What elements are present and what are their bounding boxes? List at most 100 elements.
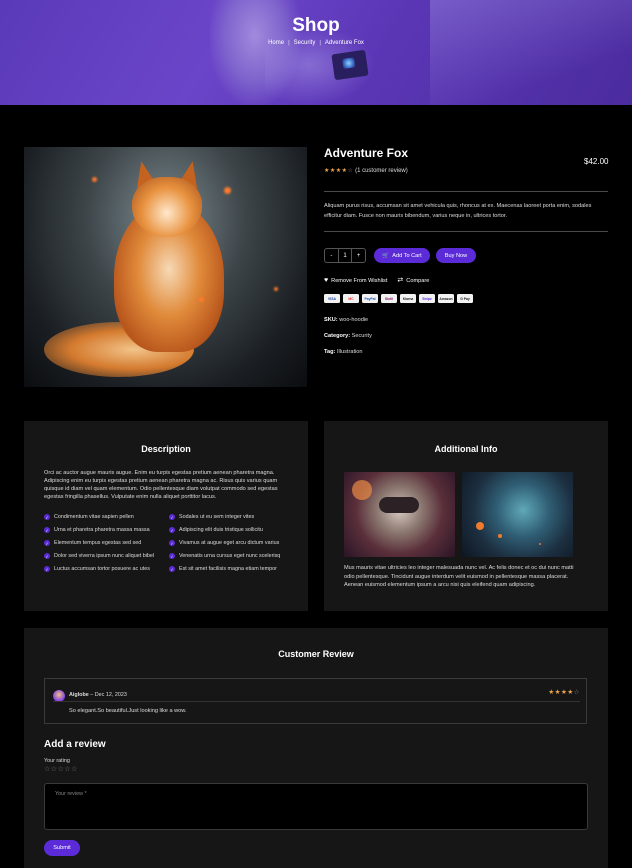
skrill-icon: Skrill: [381, 294, 397, 303]
hero-laptop-image: [331, 49, 369, 81]
feature-item: ✓ Condimentum vitae sapien pellen: [44, 514, 134, 520]
breadcrumb-category[interactable]: Security: [294, 40, 316, 46]
rating-star-1[interactable]: ☆: [44, 766, 51, 773]
review-date: – Dec 12, 2023: [90, 692, 127, 698]
reviews-panel: Customer Review: [24, 628, 608, 868]
qty-increase-button[interactable]: +: [352, 249, 365, 262]
check-icon: ✓: [44, 527, 50, 533]
heart-icon: ♥: [324, 276, 329, 284]
buy-now-button[interactable]: Buy Now: [436, 248, 476, 263]
feature-label: Sodales ut eu sem integer vites: [179, 514, 255, 520]
feature-label: Adipiscing elit duis tristique sollicitu: [179, 527, 263, 533]
product-category: Category: Security: [324, 333, 372, 339]
wishlist-link[interactable]: ♥ Remove From Wishlist: [324, 277, 387, 284]
tag-link[interactable]: Illustration: [337, 349, 363, 355]
check-icon: ✓: [44, 566, 50, 572]
check-icon: ✓: [44, 540, 50, 546]
rating-star-5[interactable]: ☆: [71, 766, 78, 773]
product-price: $42.00: [584, 157, 609, 166]
feature-label: Urna et pharetra pharetra massa massa: [54, 527, 150, 533]
feature-label: Venenatis urna cursus eget nunc sceleris…: [179, 553, 281, 559]
product-name: Adventure Fox: [324, 146, 409, 160]
google-pay-icon: G Pay: [457, 294, 473, 303]
rating-star-2[interactable]: ☆: [51, 766, 58, 773]
breadcrumb-current: Adventure Fox: [324, 40, 364, 46]
product-actions: ♥ Remove From Wishlist ⇄ Compare: [324, 276, 429, 285]
check-icon: ✓: [169, 566, 175, 572]
compare-label: Compare: [406, 278, 430, 284]
review-textarea[interactable]: Your review *: [44, 783, 588, 830]
quantity-stepper: - 1 +: [324, 248, 366, 263]
product-rating: ★★★★☆ (1 customer review): [324, 167, 408, 174]
feature-item: ✓ Luctus accumsan tortor posuere ac utes: [44, 566, 150, 572]
description-title: Description: [141, 444, 191, 454]
payment-methods: VISA MC PayPal Skrill Klarna Stripe Amaz…: [324, 294, 473, 303]
reviews-title: Customer Review: [278, 649, 354, 659]
visa-icon: VISA: [324, 294, 340, 303]
breadcrumb: Home | Security | Adventure Fox: [268, 40, 364, 46]
feature-label: Condimentum vitae sapien pellen: [54, 514, 134, 520]
check-icon: ✓: [44, 553, 50, 559]
product-tag: Tag: Illustration: [324, 349, 362, 355]
check-icon: ✓: [169, 553, 175, 559]
feature-item: ✓ Est sit amet facilisis magna etiam temp…: [169, 566, 277, 572]
feature-label: Est sit amet facilisis magna etiam tempo…: [179, 566, 277, 572]
breadcrumb-home[interactable]: Home: [268, 40, 284, 46]
feature-item: ✓ Adipiscing elit duis tristique sollicit…: [169, 527, 263, 533]
feature-label: Elementum tempus egestas sed sed: [54, 540, 142, 546]
ember: [224, 187, 231, 194]
add-to-cart-button[interactable]: 🛒 Add To Cart: [374, 248, 430, 263]
feature-item: ✓ Venenatis urna cursus eget nunc sceleri…: [169, 553, 280, 559]
check-icon: ✓: [169, 514, 175, 520]
review-rating-stars: ★★★★☆: [548, 689, 580, 696]
category-link[interactable]: Security: [352, 333, 372, 339]
amazon-pay-icon: Amazon: [438, 294, 454, 303]
ember: [92, 177, 97, 182]
page-title: Shop: [292, 15, 340, 36]
feature-item: ✓ Vivamus at augue eget arcu dictum variu…: [169, 540, 279, 546]
sku-value: woo-hoodie: [339, 317, 369, 323]
feature-item: ✓ Urna et pharetra pharetra massa massa: [44, 527, 150, 533]
klarna-icon: Klarna: [400, 294, 416, 303]
additional-info-text: Mus mauris vitae ultricies leo integer m…: [344, 565, 574, 589]
divider: [324, 191, 608, 192]
qty-decrease-button[interactable]: -: [325, 249, 339, 262]
sku-label: SKU:: [324, 317, 338, 323]
review-author-name: Aiglobe: [69, 692, 89, 698]
wolf-image: [462, 472, 573, 557]
submit-button[interactable]: Submit: [44, 840, 80, 856]
add-to-cart-label: Add To Cart: [392, 252, 422, 259]
product-image[interactable]: [24, 147, 307, 387]
additional-info-panel: Additional Info Mus mauris vitae ultrici…: [324, 421, 608, 611]
cart-icon: 🛒: [382, 252, 390, 259]
compare-icon: ⇄: [397, 277, 404, 284]
fox-head: [132, 177, 202, 237]
description-panel: Description Orci ac auctor augue mauris …: [24, 421, 308, 611]
review-author: Aiglobe – Dec 12, 2023: [69, 692, 127, 698]
divider: [53, 701, 580, 702]
wishlist-label: Remove From Wishlist: [331, 277, 388, 284]
review-placeholder: Your review *: [55, 791, 87, 797]
tag-label: Tag:: [324, 349, 336, 355]
product-sku: SKU: woo-hoodie: [324, 317, 368, 323]
rating-stars: ★★★★☆: [324, 168, 354, 174]
review-count-link[interactable]: (1 customer review): [355, 168, 408, 174]
review-body: So elegant.So beautiful.Just looking lik…: [69, 708, 187, 714]
add-review-title: Add a review: [44, 739, 106, 750]
category-label: Category:: [324, 333, 351, 339]
product-description: Aliquam purus risus, accumsan sit amet v…: [324, 203, 592, 219]
feature-label: Vivamus at augue eget arcu dictum varius: [179, 540, 280, 546]
qty-input[interactable]: 1: [339, 249, 353, 262]
compare-link[interactable]: ⇄ Compare: [397, 276, 429, 284]
stripe-icon: Stripe: [419, 294, 435, 303]
mastercard-icon: MC: [343, 294, 359, 303]
rating-input: ☆☆☆☆☆: [44, 765, 78, 773]
feature-item: ✓ Dolor sed viverra ipsum nunc aliquet bi…: [44, 553, 154, 559]
feature-label: Luctus accumsan tortor posuere ac utes: [54, 566, 150, 572]
feature-label: Dolor sed viverra ipsum nunc aliquet bib…: [54, 553, 155, 559]
additional-info-title: Additional Info: [434, 444, 498, 454]
ember: [199, 297, 204, 302]
review-item: Aiglobe – Dec 12, 2023 ★★★★☆ So elegant.…: [44, 678, 587, 724]
raccoon-image: [344, 472, 455, 557]
check-icon: ✓: [169, 540, 175, 546]
